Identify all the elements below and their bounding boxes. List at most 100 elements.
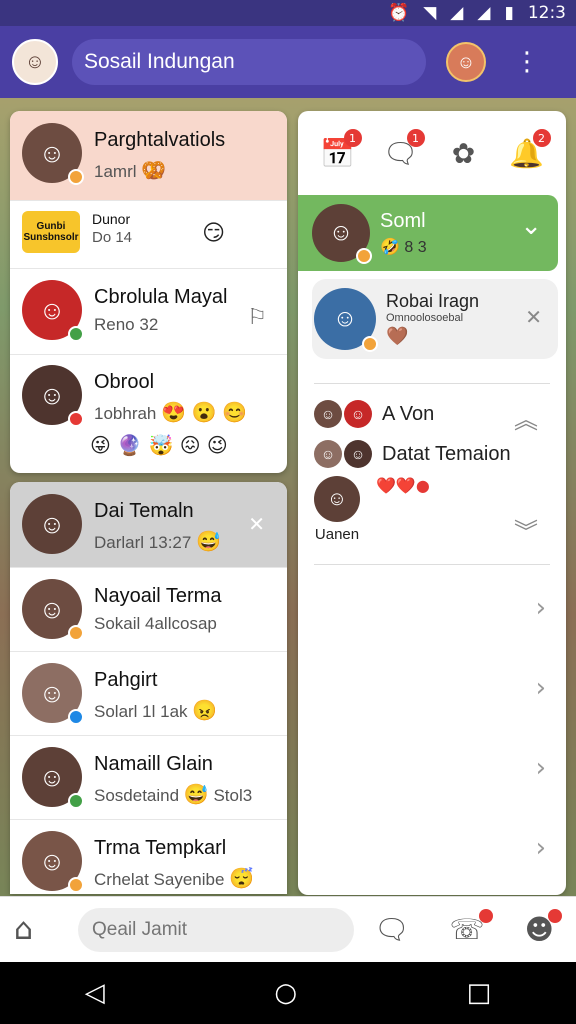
close-icon[interactable]: ✕ [248, 512, 265, 536]
alarm-icon: ⏰ [388, 3, 410, 23]
chat-item[interactable]: ☺ Pahgirt Solarl 1l 1ak 😠 [10, 652, 287, 736]
chat-item[interactable]: ☺ Nayoail Terma Sokail 4allcosap [10, 568, 287, 652]
avatar: ☺ [344, 400, 372, 428]
chat-item[interactable]: ☺ Namaill Glain Sosdetaind 😅 Stol3 [10, 736, 287, 820]
puzzle-icon[interactable]: ✿ [446, 135, 482, 171]
chat-item[interactable]: Gunbi Sunsbnsolr Dunor Do 14 😏 [10, 201, 287, 269]
avatar: ☺ [22, 747, 84, 809]
avatar: ☺ [312, 204, 372, 264]
recents-icon[interactable]: □ [467, 978, 492, 1008]
notification-badge: 1 [343, 129, 362, 147]
chat-name: Dunor [92, 211, 131, 227]
wifi-icon: ◥ [423, 3, 437, 23]
chevron-right-icon: › [535, 673, 546, 703]
chat-item[interactable]: ☺ Parghtalvatiols 1amrl 🥨 [10, 111, 287, 201]
search-input[interactable] [78, 907, 354, 952]
chat-preview: Sosdetaind 😅 Stol3 [94, 784, 253, 806]
chat-item[interactable]: ☺ Obrool 1obhrah 😍 😮 😊 😜 🔮 🤯 😖 😉 [10, 355, 287, 473]
status-badge [68, 877, 84, 893]
avatar: ☺ [22, 123, 84, 185]
chat-item[interactable]: ☺ Trma Tempkarl Crhelat Sayenibe 😴 [10, 820, 287, 894]
emoji-icon: 🤎 [386, 326, 409, 347]
chat-preview: Darlarl 13:27 😅 [94, 531, 221, 553]
chat-item[interactable]: ☺ Dai Temaln Darlarl 13:27 😅 ✕ [10, 482, 287, 568]
system-nav-bar: ◁ ○ □ [0, 962, 576, 1024]
home-nav-icon[interactable]: ○ [274, 978, 297, 1008]
user-label: Uanen [314, 526, 360, 543]
chat-name: Trma Tempkarl [94, 837, 227, 859]
chat-preview: Omnoolosoebal [386, 312, 464, 324]
group-name: A Von [382, 402, 435, 425]
chat-name: Obrool [94, 371, 155, 393]
avatar: ☺ [314, 440, 342, 468]
group-name: Datat Temaion [382, 442, 511, 465]
chat-preview: Crhelat Sayenibe 😴 [94, 868, 255, 890]
status-badge [68, 326, 84, 342]
chevron-down-icon[interactable]: ⌄ [520, 211, 542, 241]
status-badge [68, 793, 84, 809]
chat-preview: Reno 32 [94, 315, 159, 334]
list-item[interactable]: › [298, 805, 566, 885]
notification-badge: 1 [406, 129, 425, 147]
list-item[interactable]: › [298, 725, 566, 805]
notification-badge [547, 909, 562, 923]
message-item[interactable]: ☺ Robai Iragn Omnoolosoebal 🤎 ✕ [312, 279, 558, 359]
chat-item[interactable]: ☺ Cbrolula Mayal Reno 32 ⚐ [10, 269, 287, 355]
battery-icon: ▮ [504, 3, 514, 23]
chevron-right-icon: › [535, 753, 546, 783]
status-time: 12:3 [527, 3, 566, 23]
status-badge [68, 709, 84, 725]
chat-icon[interactable]: 🗨 1 [383, 129, 425, 171]
status-badge [68, 625, 84, 641]
highlight-item[interactable]: ☺ Soml 🤣 8 3 ⌄ [298, 195, 558, 271]
user-avatar[interactable]: ☺ [12, 39, 58, 85]
avatar: ☺ [22, 663, 84, 725]
bottom-bar: ⌂ 🗨 ☏ ☻ [0, 896, 576, 962]
app-title[interactable]: Sosail Indungan [72, 39, 426, 85]
more-menu-icon[interactable]: ⋮ [514, 49, 540, 75]
right-panel: 📅 1 🗨 1 ✿ 🔔 2 ☺ Soml 🤣 8 3 ⌄ ☺ Robai Iragn … [298, 111, 566, 895]
list-item[interactable]: › [298, 565, 566, 645]
message-icon[interactable]: 🗨 [374, 913, 410, 946]
home-icon[interactable]: ⌂ [14, 912, 48, 947]
avatar: ☺ [22, 280, 84, 342]
chat-preview: Do 14 [92, 229, 133, 246]
notification-badge: 2 [532, 129, 551, 147]
chat-name: Pahgirt [94, 669, 158, 691]
brand-logo-icon: Gunbi Sunsbnsolr [22, 211, 80, 253]
chat-name: Namaill Glain [94, 753, 213, 775]
avatar: ☺ [344, 440, 372, 468]
chat-preview: 1obhrah 😍 😮 😊 [94, 402, 247, 424]
hearts-icon: ❤️❤️● [376, 476, 430, 495]
avatar: ☺ [314, 288, 378, 352]
avatar: ☺ [314, 400, 342, 428]
chat-name: Nayoail Terma [94, 585, 222, 607]
emoji-icon: 😏 [202, 221, 225, 246]
list-item[interactable]: › [298, 645, 566, 725]
status-badge [68, 411, 84, 427]
status-bar: ⏰ ◥ ◢ ◢ ▮ 12:3 [0, 0, 576, 26]
chat-list-bottom: ☺ Dai Temaln Darlarl 13:27 😅 ✕ ☺ Nayoail… [10, 482, 287, 894]
flag-icon[interactable]: ⚐ [247, 305, 267, 330]
group-section[interactable]: ☺ ☺ A Von ☺ ☺ Datat Temaion ☺ Uanen ❤️❤️… [314, 383, 550, 565]
chat-name: Cbrolula Mayal [94, 286, 228, 308]
chat-preview: 🤣 8 3 [380, 238, 427, 256]
profile-avatar[interactable]: ☺ [446, 42, 486, 82]
status-badge [68, 169, 84, 185]
avatar: ☺ [22, 494, 82, 554]
close-icon[interactable]: ✕ [525, 305, 542, 329]
signal-icon: ◢ [477, 3, 491, 23]
bell-icon[interactable]: 🔔 2 [509, 129, 551, 171]
avatar: ☺ [22, 365, 84, 427]
chevron-up-icon[interactable]: ︽ [514, 400, 538, 435]
calendar-icon[interactable]: 📅 1 [320, 129, 362, 171]
reaction-row: 😜 🔮 🤯 😖 😉 [90, 433, 228, 457]
chevron-down-icon[interactable]: ︾ [514, 512, 538, 547]
chat-bubble-icon[interactable]: ☏ [450, 909, 493, 946]
chevron-right-icon: › [535, 833, 546, 863]
signal-icon: ◢ [450, 3, 464, 23]
status-badge [362, 336, 378, 352]
status-badge [356, 248, 372, 264]
profile-icon[interactable]: ☻ [525, 909, 562, 946]
back-icon[interactable]: ◁ [85, 978, 105, 1008]
